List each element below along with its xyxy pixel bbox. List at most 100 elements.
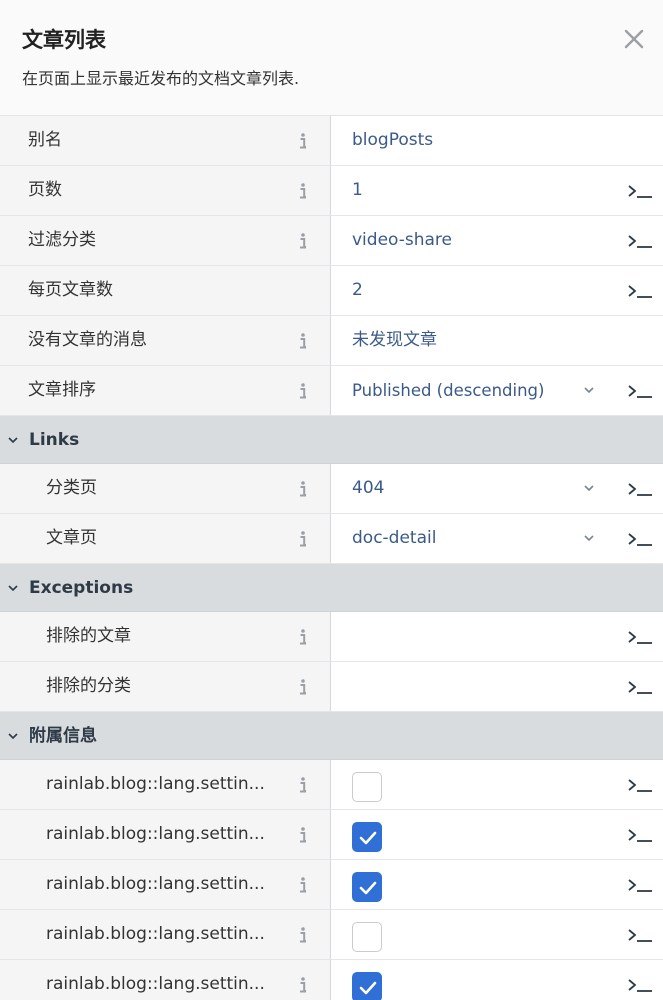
info-icon[interactable] bbox=[296, 775, 310, 795]
property-label-cell: 每页文章数 bbox=[0, 266, 331, 315]
property-row-setting: rainlab.blog::lang.settin... bbox=[0, 810, 663, 860]
group-exceptions[interactable]: Exceptions bbox=[0, 564, 663, 612]
group-title[interactable]: Exceptions bbox=[29, 564, 133, 612]
property-value-cell[interactable] bbox=[331, 612, 663, 661]
property-value-cell[interactable] bbox=[331, 662, 663, 711]
info-icon[interactable] bbox=[296, 479, 310, 499]
info-icon[interactable] bbox=[296, 677, 310, 697]
property-label-cell: 没有文章的消息 bbox=[0, 316, 331, 365]
terminal-icon[interactable] bbox=[628, 977, 654, 993]
terminal-icon[interactable] bbox=[628, 531, 654, 547]
property-label-cell: rainlab.blog::lang.settin... bbox=[0, 760, 331, 809]
info-icon[interactable] bbox=[296, 529, 310, 549]
info-icon[interactable] bbox=[296, 331, 310, 351]
inspector-header: 文章列表 在页面上显示最近发布的文档文章列表. bbox=[0, 0, 663, 116]
info-icon[interactable] bbox=[296, 181, 310, 201]
property-value-cell[interactable]: blogPosts bbox=[331, 116, 663, 165]
category-filter-input[interactable]: video-share bbox=[352, 216, 452, 265]
setting-checkbox[interactable] bbox=[352, 772, 382, 802]
chevron-down-icon[interactable] bbox=[7, 731, 19, 741]
terminal-icon[interactable] bbox=[628, 877, 654, 893]
check-icon bbox=[359, 831, 377, 845]
terminal-icon[interactable] bbox=[628, 679, 654, 695]
chevron-down-icon[interactable] bbox=[7, 583, 19, 593]
terminal-icon[interactable] bbox=[628, 383, 654, 399]
property-label: 排除的文章 bbox=[46, 626, 131, 646]
property-row-excluded-posts: 排除的文章 bbox=[0, 612, 663, 662]
property-label: rainlab.blog::lang.settin... bbox=[46, 824, 265, 844]
property-value-cell[interactable]: doc-detail bbox=[331, 514, 663, 563]
property-value-cell bbox=[331, 810, 663, 859]
property-label-cell: rainlab.blog::lang.settin... bbox=[0, 960, 331, 1000]
info-icon[interactable] bbox=[296, 627, 310, 647]
property-label-cell: 文章页 bbox=[0, 514, 331, 563]
property-label: 文章页 bbox=[46, 528, 97, 548]
inspector-description: 在页面上显示最近发布的文档文章列表. bbox=[22, 69, 300, 88]
terminal-icon[interactable] bbox=[628, 481, 654, 497]
terminal-icon[interactable] bbox=[628, 777, 654, 793]
info-icon[interactable] bbox=[296, 381, 310, 401]
info-icon[interactable] bbox=[296, 875, 310, 895]
category-page-select[interactable]: 404 bbox=[352, 464, 384, 513]
group-attached-info[interactable]: 附属信息 bbox=[0, 712, 663, 760]
property-grid: 别名 blogPosts 页数 1 过滤分类 video-share 每页文章数 bbox=[0, 116, 663, 1000]
terminal-icon[interactable] bbox=[628, 233, 654, 249]
property-label: 分类页 bbox=[46, 478, 97, 498]
terminal-icon[interactable] bbox=[628, 283, 654, 299]
group-title[interactable]: 附属信息 bbox=[29, 712, 97, 760]
post-page-select[interactable]: doc-detail bbox=[352, 514, 436, 563]
property-label-cell: 分类页 bbox=[0, 464, 331, 513]
property-row-page-number: 页数 1 bbox=[0, 166, 663, 216]
close-icon[interactable] bbox=[619, 24, 649, 54]
terminal-icon[interactable] bbox=[628, 927, 654, 943]
setting-checkbox[interactable] bbox=[352, 872, 382, 902]
property-row-post-order: 文章排序 Published (descending) bbox=[0, 366, 663, 416]
setting-checkbox[interactable] bbox=[352, 922, 382, 952]
property-value-cell[interactable]: Published (descending) bbox=[331, 366, 663, 415]
property-row-excluded-categories: 排除的分类 bbox=[0, 662, 663, 712]
setting-checkbox[interactable] bbox=[352, 822, 382, 852]
page-number-input[interactable]: 1 bbox=[352, 166, 363, 215]
terminal-icon[interactable] bbox=[628, 827, 654, 843]
property-value-cell bbox=[331, 960, 663, 1000]
setting-checkbox[interactable] bbox=[352, 972, 382, 1000]
info-icon[interactable] bbox=[296, 131, 310, 151]
property-value-cell bbox=[331, 760, 663, 809]
info-icon[interactable] bbox=[296, 231, 310, 251]
property-row-setting: rainlab.blog::lang.settin... bbox=[0, 960, 663, 1000]
property-value-cell[interactable]: video-share bbox=[331, 216, 663, 265]
posts-per-page-input[interactable]: 2 bbox=[352, 266, 363, 315]
property-row-alias: 别名 blogPosts bbox=[0, 116, 663, 166]
property-label-cell: 排除的文章 bbox=[0, 612, 331, 661]
info-icon[interactable] bbox=[296, 975, 310, 995]
property-value-cell[interactable]: 1 bbox=[331, 166, 663, 215]
info-icon[interactable] bbox=[296, 925, 310, 945]
check-icon bbox=[359, 881, 377, 895]
terminal-icon[interactable] bbox=[628, 629, 654, 645]
property-label: 页数 bbox=[28, 180, 62, 200]
property-label-cell: 别名 bbox=[0, 116, 331, 165]
property-label: 每页文章数 bbox=[28, 280, 113, 300]
property-label: rainlab.blog::lang.settin... bbox=[46, 874, 265, 894]
alias-input[interactable]: blogPosts bbox=[352, 116, 433, 165]
terminal-icon[interactable] bbox=[628, 183, 654, 199]
group-title[interactable]: Links bbox=[29, 416, 79, 464]
property-value-cell[interactable]: 未发现文章 bbox=[331, 316, 663, 365]
chevron-down-icon[interactable] bbox=[582, 384, 596, 396]
chevron-down-icon[interactable] bbox=[7, 435, 19, 445]
chevron-down-icon[interactable] bbox=[582, 482, 596, 494]
property-value-cell[interactable]: 2 bbox=[331, 266, 663, 315]
property-label-cell: rainlab.blog::lang.settin... bbox=[0, 810, 331, 859]
property-row-category-filter: 过滤分类 video-share bbox=[0, 216, 663, 266]
check-icon bbox=[359, 981, 377, 995]
property-label: 没有文章的消息 bbox=[28, 330, 147, 350]
property-label: rainlab.blog::lang.settin... bbox=[46, 924, 265, 944]
info-icon[interactable] bbox=[296, 825, 310, 845]
property-value-cell[interactable]: 404 bbox=[331, 464, 663, 513]
chevron-down-icon[interactable] bbox=[582, 532, 596, 544]
group-links[interactable]: Links bbox=[0, 416, 663, 464]
post-order-select[interactable]: Published (descending) bbox=[352, 366, 544, 415]
property-label: 排除的分类 bbox=[46, 676, 131, 696]
property-row-setting: rainlab.blog::lang.settin... bbox=[0, 860, 663, 910]
no-posts-message-input[interactable]: 未发现文章 bbox=[352, 316, 437, 365]
